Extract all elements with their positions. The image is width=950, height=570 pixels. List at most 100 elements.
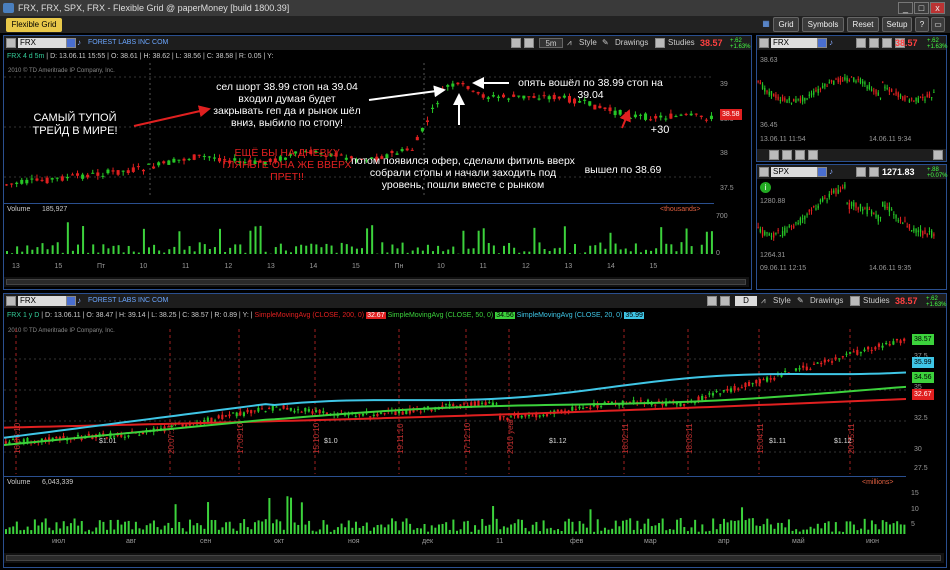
tab-flexible-grid[interactable]: Flexible Grid bbox=[6, 18, 62, 32]
period-button[interactable]: 5m bbox=[539, 38, 563, 48]
symbol-dropdown[interactable] bbox=[66, 296, 76, 306]
symbol-dropdown[interactable] bbox=[66, 38, 76, 48]
link-box[interactable] bbox=[6, 296, 16, 306]
volume-tick: 15 bbox=[911, 490, 919, 497]
style-button[interactable]: Style bbox=[579, 38, 597, 48]
bell-icon[interactable]: ♪ bbox=[77, 296, 87, 306]
volume-bar bbox=[762, 524, 765, 534]
volume-bar bbox=[107, 248, 110, 254]
link-box[interactable] bbox=[6, 38, 16, 48]
crosshair-icon[interactable] bbox=[856, 167, 866, 177]
period-button[interactable]: D bbox=[735, 296, 757, 306]
volume-bar bbox=[466, 520, 469, 534]
symbol-dropdown[interactable] bbox=[817, 167, 827, 177]
frx-mini-candle bbox=[810, 93, 813, 96]
daily-candle bbox=[639, 400, 642, 402]
spx-mini-candle bbox=[846, 203, 848, 205]
scrollbar-intraday[interactable] bbox=[4, 277, 749, 287]
daily-candle bbox=[542, 414, 545, 416]
volume-chart-daily[interactable] bbox=[4, 490, 906, 534]
volume-bar bbox=[726, 522, 729, 534]
studies-icon[interactable] bbox=[655, 38, 665, 48]
style-icon[interactable] bbox=[882, 38, 892, 48]
daily-candle bbox=[798, 368, 801, 370]
spx-mini-candle bbox=[764, 231, 766, 235]
toolbar-icon[interactable] bbox=[769, 150, 779, 160]
volume-bar bbox=[474, 525, 477, 534]
volume-bar bbox=[510, 524, 513, 534]
studies-button[interactable]: Studies bbox=[863, 296, 890, 306]
volume-bar bbox=[558, 247, 561, 254]
volume-bar bbox=[820, 528, 823, 534]
symbol-input[interactable]: SPX bbox=[771, 167, 817, 177]
date-marker: 17.09.10 bbox=[236, 422, 245, 454]
bell-icon[interactable]: ♪ bbox=[77, 38, 87, 48]
volume-bar bbox=[152, 520, 155, 534]
volume-bar bbox=[535, 521, 538, 534]
magnifier-icon[interactable] bbox=[524, 38, 534, 48]
crosshair-icon[interactable] bbox=[511, 38, 521, 48]
style-button[interactable]: Style bbox=[773, 296, 791, 306]
toolbar-icon[interactable] bbox=[808, 150, 818, 160]
close-button[interactable]: x bbox=[930, 2, 945, 14]
maximize-button[interactable]: □ bbox=[914, 2, 929, 14]
link-box[interactable] bbox=[759, 167, 769, 177]
toolbar-icon[interactable] bbox=[933, 150, 943, 160]
magnifier-icon[interactable] bbox=[869, 38, 879, 48]
symbol-input[interactable]: FRX bbox=[18, 38, 66, 48]
daily-candle bbox=[167, 426, 170, 428]
volume-bar bbox=[142, 228, 145, 254]
frx-mini-candle bbox=[928, 93, 931, 98]
grid-button[interactable]: Grid bbox=[773, 17, 799, 32]
drawings-button[interactable]: Drawings bbox=[810, 296, 843, 306]
volume-bar bbox=[528, 251, 531, 254]
spx-mini-candle bbox=[806, 214, 808, 216]
volume-bar bbox=[383, 527, 386, 534]
info-y: Y: bbox=[242, 312, 249, 319]
spx-mini-candle bbox=[924, 230, 926, 235]
reset-button[interactable]: Reset bbox=[847, 17, 879, 32]
crosshair-icon[interactable] bbox=[707, 296, 717, 306]
volume-bar bbox=[23, 529, 26, 534]
symbol-dropdown[interactable] bbox=[817, 38, 827, 48]
volume-bar bbox=[442, 251, 445, 254]
scrollbar-thumb[interactable] bbox=[6, 279, 746, 285]
magnifier-icon[interactable] bbox=[720, 296, 730, 306]
frx-mini-candle bbox=[904, 96, 906, 101]
volume-units: <millions> bbox=[862, 479, 894, 486]
minimize-button[interactable]: _ bbox=[898, 2, 913, 14]
scrollbar-daily[interactable] bbox=[4, 553, 944, 563]
volume-bar bbox=[259, 225, 262, 254]
studies-button[interactable]: Studies bbox=[668, 38, 695, 48]
setup-button[interactable]: Setup bbox=[882, 17, 912, 32]
price-chart-frx-small[interactable] bbox=[757, 50, 935, 145]
spx-mini-candle bbox=[850, 202, 853, 207]
volume-chart-intraday[interactable] bbox=[4, 216, 714, 256]
crosshair-icon[interactable] bbox=[856, 38, 866, 48]
toolbar-icon[interactable] bbox=[782, 150, 792, 160]
price-chart-spx[interactable] bbox=[757, 182, 935, 277]
volume-bar bbox=[279, 243, 282, 254]
volume-bar bbox=[168, 249, 171, 254]
frx-mini-candle bbox=[910, 98, 913, 100]
link-box[interactable] bbox=[759, 38, 769, 48]
symbols-button[interactable]: Symbols bbox=[802, 17, 844, 32]
studies-icon[interactable] bbox=[850, 296, 860, 306]
spx-mini-candle bbox=[910, 230, 913, 232]
toolbar-icon[interactable] bbox=[795, 150, 805, 160]
symbol-input[interactable]: FRX bbox=[771, 38, 817, 48]
volume-bar bbox=[842, 531, 845, 534]
drawings-button[interactable]: Drawings bbox=[615, 38, 648, 48]
bell-icon[interactable]: ♪ bbox=[829, 167, 839, 177]
magnifier-icon[interactable] bbox=[869, 167, 879, 177]
volume-bar bbox=[574, 244, 576, 254]
symbol-input[interactable]: FRX bbox=[18, 296, 66, 306]
volume-bar bbox=[520, 519, 523, 534]
bell-icon[interactable]: ♪ bbox=[829, 38, 839, 48]
price-chart-daily[interactable]: 16.06.10 20.07.10 17.09.10 15.10.10 19.11.10… bbox=[4, 329, 906, 474]
detach-button[interactable]: ▭ bbox=[931, 17, 945, 32]
daily-candle bbox=[802, 365, 805, 368]
scrollbar-thumb[interactable] bbox=[6, 555, 941, 561]
volume-bar bbox=[304, 524, 307, 534]
help-button[interactable]: ? bbox=[915, 17, 929, 32]
